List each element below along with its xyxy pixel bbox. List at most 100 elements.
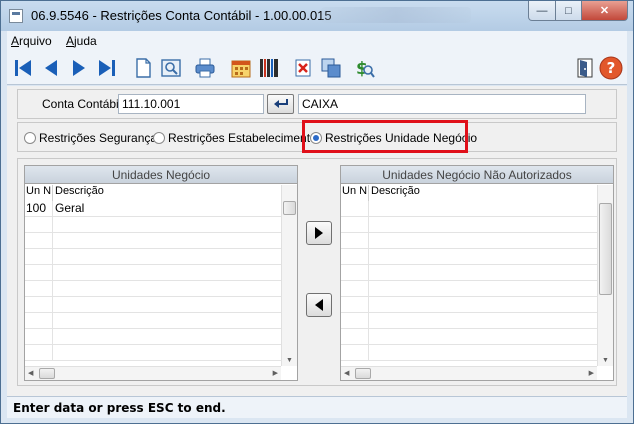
exit-door-icon[interactable] [573,56,597,80]
minimize-button[interactable]: — [528,1,556,21]
left-col-un[interactable]: Un N [25,185,53,201]
close-button[interactable]: ✕ [581,1,628,21]
cell-descricao [369,233,597,248]
cell-un [341,233,369,248]
cell-descricao [53,233,281,248]
left-col-descricao[interactable]: Descrição [53,185,281,201]
conta-description-field[interactable]: CAIXA [298,94,586,114]
table-row[interactable] [341,201,597,217]
right-hscroll-thumb[interactable] [355,368,371,379]
window-title: 06.9.5546 - Restrições Conta Contábil - … [31,8,332,23]
cell-un [25,281,53,296]
cell-un [25,297,53,312]
right-col-descricao[interactable]: Descrição [369,185,597,201]
table-row[interactable] [341,233,597,249]
table-row[interactable] [25,313,281,329]
delete-icon[interactable] [291,56,315,80]
menu-arquivo-label: rquivo [19,34,52,48]
money-search-icon[interactable]: $ [353,56,377,80]
cell-un: 100 [25,201,53,216]
barcode-icon[interactable] [257,56,281,80]
unidades-negocio-grid[interactable]: Unidades Negócio Un N Descrição 100 Geral… [24,165,298,381]
maximize-button[interactable]: □ [555,1,582,21]
first-record-icon[interactable] [11,56,35,80]
table-row[interactable] [25,233,281,249]
lookup-button[interactable] [267,94,294,114]
table-row[interactable] [341,329,597,345]
right-vertical-scrollbar[interactable]: ▼ [597,185,613,366]
previous-record-icon[interactable] [39,56,63,80]
cell-un [341,249,369,264]
table-row[interactable] [25,265,281,281]
help-icon[interactable]: ? [599,56,623,80]
toolbar: $ ? [7,51,627,85]
units-panel: Unidades Negócio Un N Descrição 100 Geral… [17,158,617,386]
right-vscroll-down-icon[interactable]: ▼ [602,357,609,364]
table-row[interactable] [341,281,597,297]
left-hscroll-right-icon[interactable]: ▶ [273,369,278,377]
calendar-icon[interactable] [229,56,253,80]
title-bar[interactable]: 06.9.5546 - Restrições Conta Contábil - … [1,1,633,31]
right-horizontal-scrollbar[interactable]: ◀ ▶ [341,366,597,380]
unidades-nao-autorizados-grid[interactable]: Unidades Negócio Não Autorizados Un N De… [340,165,614,381]
new-document-icon[interactable] [131,56,155,80]
cell-un [341,201,369,216]
right-hscroll-left-icon[interactable]: ◀ [344,369,349,377]
cell-descricao [53,249,281,264]
menu-ajuda[interactable]: Ajuda [66,34,97,48]
preview-icon[interactable] [159,56,183,80]
menu-ajuda-label: juda [74,34,97,48]
table-row[interactable] [25,329,281,345]
cell-descricao [369,217,597,232]
table-row[interactable] [25,345,281,361]
move-right-button[interactable] [306,221,332,245]
menu-arquivo[interactable]: Arquivo [11,34,52,48]
cell-un [341,281,369,296]
arrow-left-icon [315,299,323,311]
status-bar: Enter data or press ESC to end. [7,396,627,418]
next-record-icon[interactable] [67,56,91,80]
selection-highlight [302,120,468,153]
cell-un [25,329,53,344]
main-content: Conta Contábil: 111.10.001 CAIXA Restriç… [7,86,627,396]
cell-un [341,265,369,280]
left-hscroll-thumb[interactable] [39,368,55,379]
radio-restricoes-seguranca[interactable]: Restrições Segurança [24,131,157,145]
right-vscroll-thumb[interactable] [599,203,612,295]
print-icon[interactable] [193,56,217,80]
table-row[interactable] [25,281,281,297]
last-record-icon[interactable] [95,56,119,80]
table-row[interactable] [341,265,597,281]
cell-un [25,265,53,280]
cell-descricao [369,281,597,296]
left-hscroll-left-icon[interactable]: ◀ [28,369,33,377]
right-col-un[interactable]: Un N [341,185,369,201]
radio-restricoes-estabelecimento[interactable]: Restrições Estabelecimento [153,131,317,145]
left-grid-rows: 100 Geral [25,201,281,366]
table-row[interactable] [25,249,281,265]
left-vertical-scrollbar[interactable]: ▼ [281,185,297,366]
app-window: 06.9.5546 - Restrições Conta Contábil - … [0,0,634,424]
cell-un [25,313,53,328]
left-vscroll-thumb[interactable] [283,201,296,215]
table-row[interactable] [341,217,597,233]
table-row[interactable]: 100 Geral [25,201,281,217]
table-row[interactable] [341,249,597,265]
title-bar-overlay [321,7,471,23]
table-row[interactable] [341,313,597,329]
cell-un [341,297,369,312]
cell-descricao [369,201,597,216]
table-row[interactable] [341,297,597,313]
copy-icon[interactable] [319,56,343,80]
table-row[interactable] [25,217,281,233]
right-hscroll-right-icon[interactable]: ▶ [589,369,594,377]
left-grid-header: Un N Descrição [25,185,281,201]
left-vscroll-down-icon[interactable]: ▼ [286,357,293,364]
arrow-right-icon [315,227,323,239]
table-row[interactable] [25,297,281,313]
left-horizontal-scrollbar[interactable]: ◀ ▶ [25,366,281,380]
conta-contabil-field[interactable]: 111.10.001 [118,94,264,114]
menu-arquivo-mnemonic: A [11,34,20,48]
table-row[interactable] [341,345,597,361]
move-left-button[interactable] [306,293,332,317]
